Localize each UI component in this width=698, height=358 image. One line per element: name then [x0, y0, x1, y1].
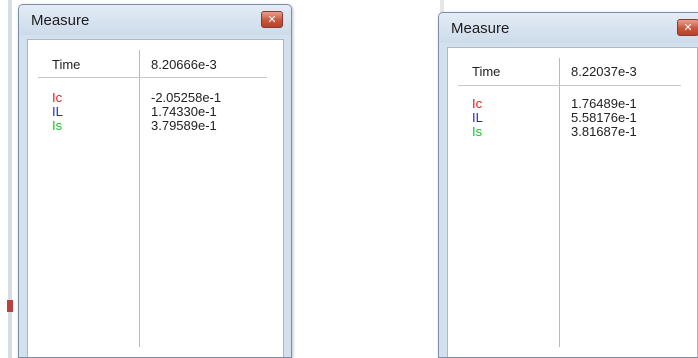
signal-label-is: Is: [52, 118, 63, 133]
window-title: Measure: [451, 20, 510, 37]
close-icon: ✕: [267, 13, 277, 26]
signal-value-is: 3.79589e-1: [151, 118, 217, 133]
signal-value-ic: -2.05258e-1: [151, 90, 222, 105]
signal-label-il: IL: [472, 110, 483, 125]
signal-label-is: Is: [472, 124, 483, 139]
signal-label-ic: Ic: [52, 90, 63, 105]
column-divider: [559, 58, 560, 347]
header-divider: [38, 77, 267, 78]
signal-value-il: 5.58176e-1: [571, 110, 637, 125]
signal-label-il: IL: [52, 104, 63, 119]
header-divider: [458, 85, 681, 86]
window-title: Measure: [31, 12, 90, 29]
measure-panel: Time 8.20666e-3 Ic -2.05258e-1 IL 1.7433…: [27, 39, 284, 357]
close-button[interactable]: ✕: [677, 19, 698, 36]
time-label: Time: [52, 57, 81, 72]
measure-window-1: Measure ✕ Time 8.20666e-3 Ic -2.05258e-1…: [18, 4, 292, 358]
time-value: 8.20666e-3: [151, 57, 217, 72]
close-button[interactable]: ✕: [261, 11, 283, 28]
signal-value-il: 1.74330e-1: [151, 104, 217, 119]
close-icon: ✕: [683, 21, 693, 34]
measure-window-2: Measure ✕ Time 8.22037e-3 Ic 1.76489e-1 …: [438, 12, 698, 358]
signal-value-ic: 1.76489e-1: [571, 96, 637, 111]
column-divider: [139, 50, 140, 347]
time-label: Time: [472, 64, 501, 79]
time-value: 8.22037e-3: [571, 64, 637, 79]
background-marker: [7, 300, 13, 312]
signal-label-ic: Ic: [472, 96, 483, 111]
measure-panel: Time 8.22037e-3 Ic 1.76489e-1 IL 5.58176…: [447, 47, 698, 357]
signal-value-is: 3.81687e-1: [571, 124, 637, 139]
